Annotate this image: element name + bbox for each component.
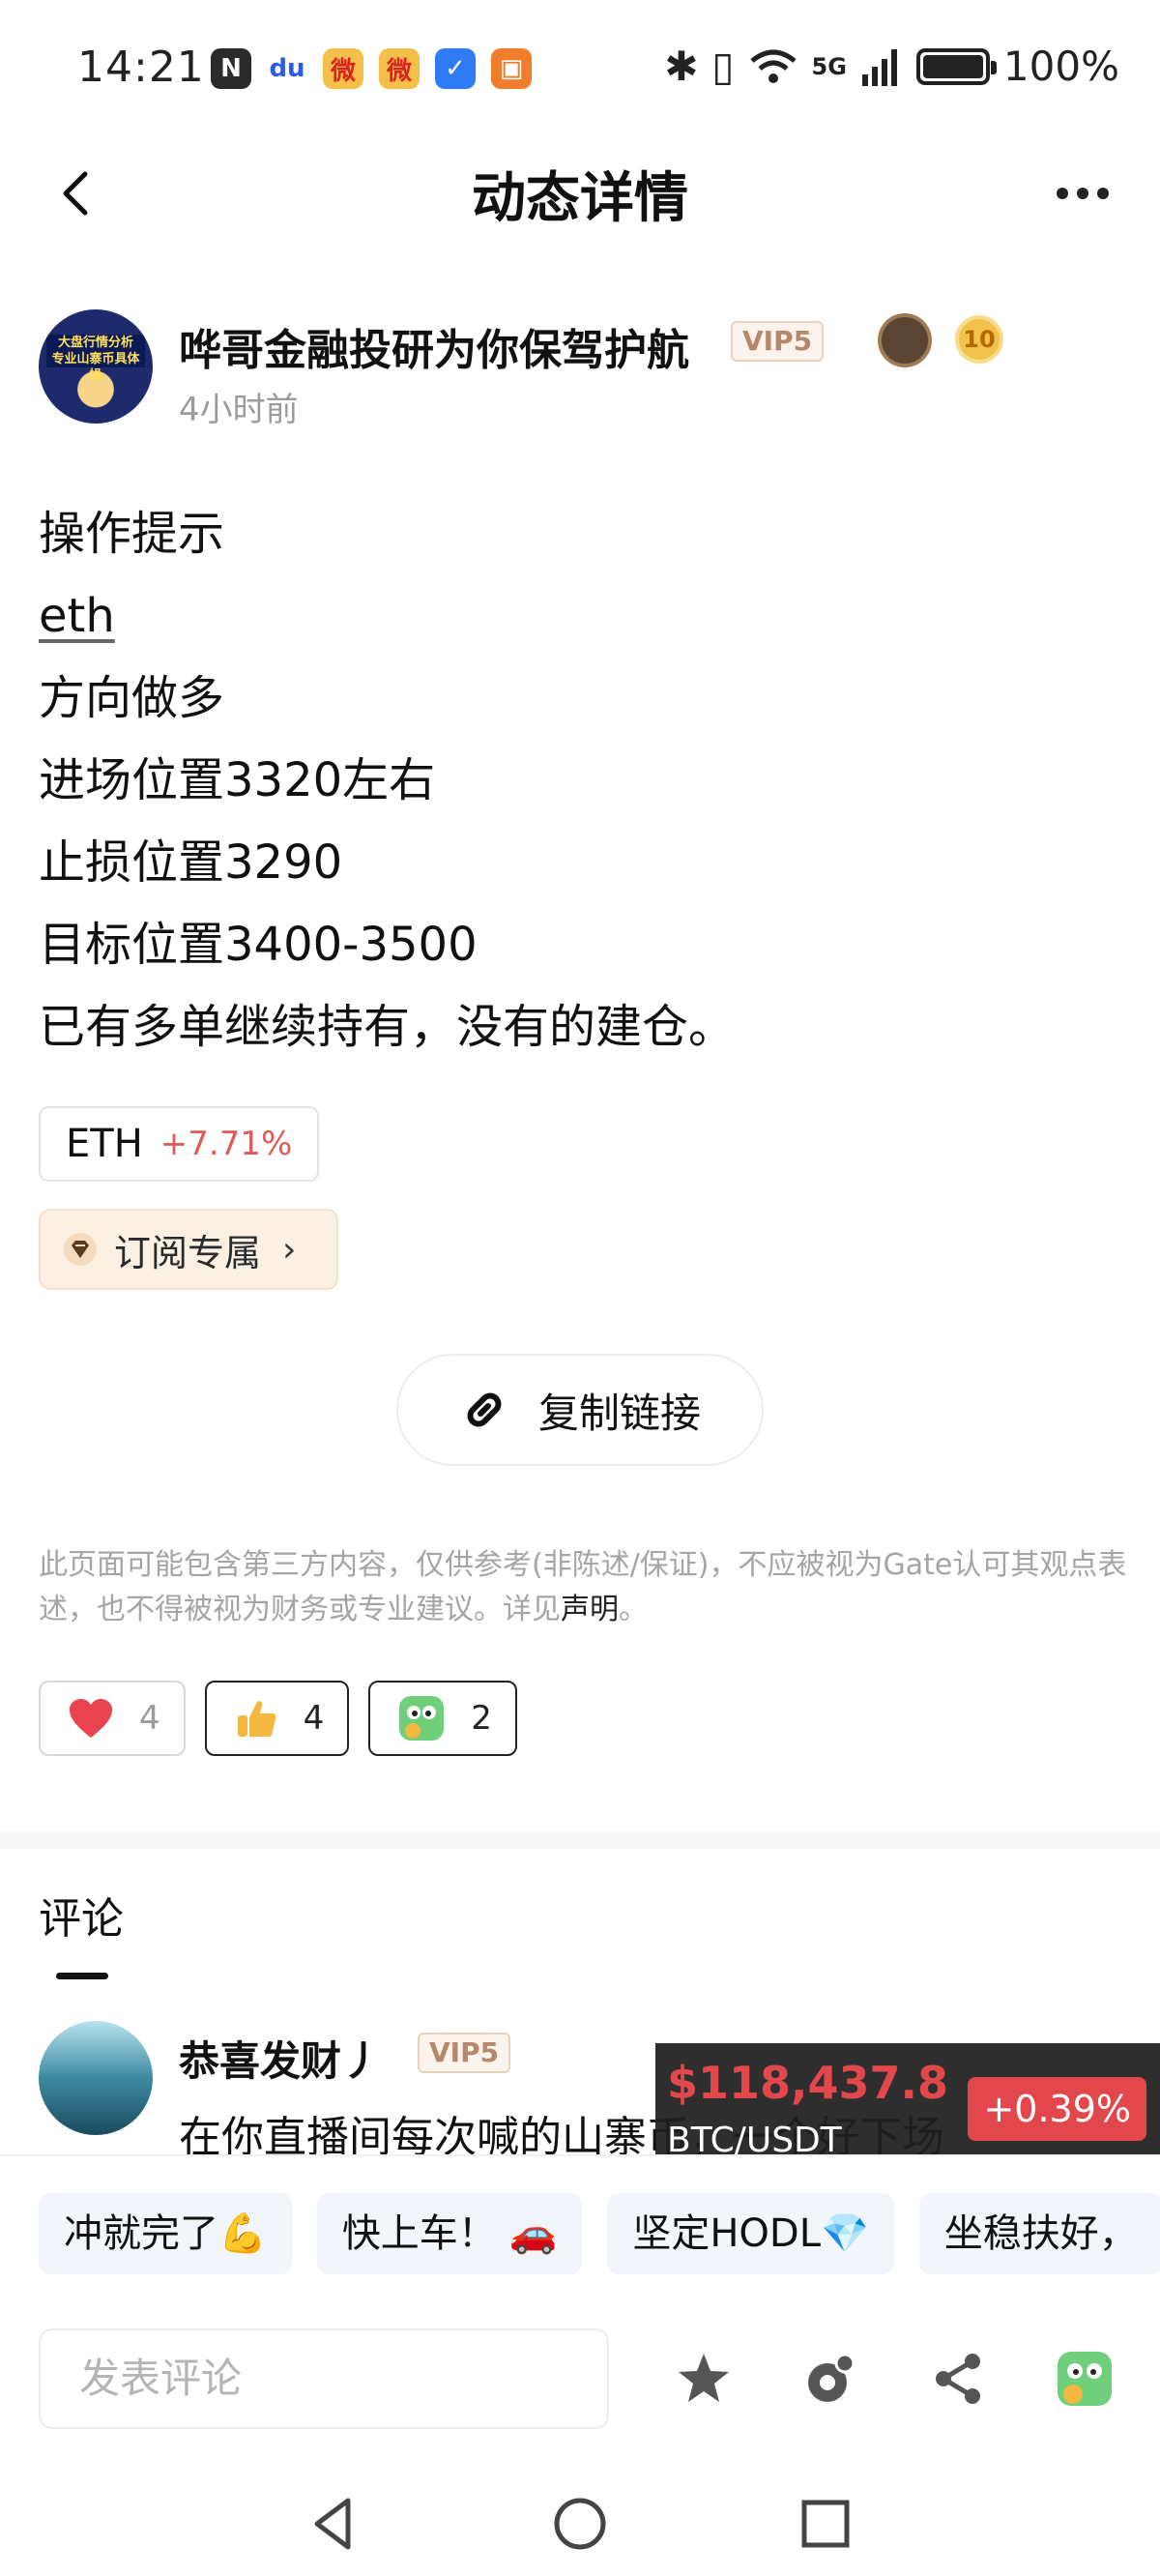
ticker-price: $118,437.8 <box>667 2057 949 2109</box>
subscribe-label: 订阅专属 <box>114 1231 262 1274</box>
post-time: 4小时前 <box>179 391 299 429</box>
system-nav-bar <box>0 2456 1160 2576</box>
emoji-reaction-icon[interactable] <box>1054 2348 1116 2410</box>
quick-reply-bar: 冲就完了💪 快上车！ 🚗 坚定HODL💎 坐稳扶好， <box>0 2154 1160 2299</box>
diamond-icon <box>64 1233 97 1266</box>
token-change: +7.71% <box>160 1125 293 1163</box>
quick-reply-chip[interactable]: 快上车！ 🚗 <box>316 2193 583 2274</box>
disclaimer: 此页面可能包含第三方内容，仅供参考(非陈述/保证)，不应被视为Gate认可其观点… <box>39 1543 1131 1632</box>
vip-badge: VIP5 <box>418 2033 511 2073</box>
nfc-icon: N <box>211 48 251 89</box>
comment-input[interactable]: 发表评论 <box>39 2328 609 2429</box>
signal-icon <box>861 48 897 86</box>
post-author: 大盘行情分析 专业山寨币具体操 哗哥金融投研为你保驾护航 VIP5 10 4小时… <box>39 309 1121 435</box>
status-bar: 14:21 N du 微 微 ✓ ▣ ✱ ▯ 5G 100% <box>0 0 1160 135</box>
post-line: 目标位置3400-3500 <box>39 918 478 972</box>
disclaimer-link[interactable]: 声明 <box>561 1593 619 1626</box>
network-type: 5G <box>811 52 847 80</box>
weibo-icon: 微 <box>379 48 420 89</box>
post-line: 已有多单继续持有，没有的建仓。 <box>39 1000 736 1054</box>
battery-icon <box>915 47 997 85</box>
ticker-change: +0.39% <box>968 2077 1146 2141</box>
avatar[interactable]: 大盘行情分析 专业山寨币具体操 <box>39 309 153 424</box>
chevron-right-icon: › <box>282 1229 297 1270</box>
reactions: 4 4 2 <box>39 1681 517 1756</box>
thumbs-up-icon <box>237 1701 276 1737</box>
wifi-icon <box>749 49 797 83</box>
more-options-icon[interactable] <box>1044 164 1121 222</box>
token-symbol: ETH <box>66 1122 143 1166</box>
token-chip[interactable]: ETH +7.71% <box>39 1106 320 1182</box>
link-icon <box>467 1392 502 1427</box>
post-line: 止损位置3290 <box>39 835 343 890</box>
copy-link-button[interactable]: 复制链接 <box>396 1354 764 1466</box>
thinking-face-icon <box>399 1696 445 1741</box>
baidu-icon: du <box>267 48 307 89</box>
status-time: 14:21 <box>77 43 205 92</box>
author-name[interactable]: 哗哥金融投研为你保驾护航 <box>179 315 689 377</box>
nav-back-icon[interactable] <box>305 2495 363 2553</box>
post-line: 操作提示 <box>39 507 225 561</box>
avatar[interactable] <box>39 2021 153 2135</box>
vibrate-icon: ▯ <box>711 43 735 90</box>
heart-icon <box>70 1699 112 1738</box>
notification-icons: N du 微 微 ✓ ▣ <box>211 48 532 89</box>
copy-link-label: 复制链接 <box>537 1389 701 1437</box>
reaction-heart[interactable]: 4 <box>39 1681 186 1756</box>
reaction-count: 2 <box>471 1699 492 1738</box>
disclaimer-end: 。 <box>619 1593 648 1626</box>
nav-recents-icon[interactable] <box>797 2495 855 2553</box>
reaction-thinking[interactable]: 2 <box>368 1681 517 1756</box>
post-line: 方向做多 <box>39 671 225 725</box>
avatar-caption: 大盘行情分析 专业山寨币具体操 <box>46 335 145 383</box>
tab-indicator <box>56 1973 108 1979</box>
subscribe-button[interactable]: 订阅专属 › <box>39 1209 338 1290</box>
quick-reply-chip[interactable]: 冲就完了💪 <box>39 2193 292 2274</box>
repost-icon[interactable] <box>800 2348 862 2410</box>
nav-home-icon[interactable] <box>551 2495 609 2553</box>
quick-reply-chip[interactable]: 坚定HODL💎 <box>607 2193 894 2274</box>
bottom-action-bar: 发表评论 <box>0 2299 1160 2444</box>
post-content: 操作提示 eth 方向做多 进场位置3320左右 止损位置3290 目标位置34… <box>39 493 1121 1068</box>
section-divider <box>0 1831 1160 1849</box>
reaction-count: 4 <box>139 1699 160 1738</box>
page-title: 动态详情 <box>472 167 688 230</box>
app-notification-icon: ✓ <box>435 48 476 89</box>
post-line: 进场位置3320左右 <box>39 753 436 807</box>
share-icon[interactable] <box>928 2348 990 2410</box>
post-line-hashtag[interactable]: eth <box>39 575 1121 658</box>
medal-icon <box>878 313 932 367</box>
battery-level: 100% <box>1002 43 1119 90</box>
commenter-name[interactable]: 恭喜发财丿 <box>179 2029 382 2088</box>
quick-reply-chip[interactable]: 坐稳扶好， <box>918 2193 1160 2274</box>
comments-tab[interactable]: 评论 <box>39 1884 124 1946</box>
vip-badge: VIP5 <box>731 321 825 362</box>
reaction-thumbs-up[interactable]: 4 <box>204 1681 350 1756</box>
app-notification-icon: ▣ <box>491 48 532 89</box>
system-status: ✱ ▯ 5G 100% <box>664 43 1119 90</box>
reaction-count: 4 <box>303 1699 325 1738</box>
star-icon[interactable] <box>673 2348 735 2410</box>
top-nav: 动态详情 <box>0 135 1160 242</box>
weibo-icon: 微 <box>323 48 363 89</box>
bluetooth-icon: ✱ <box>664 43 699 90</box>
level-badge: 10 <box>955 315 1003 364</box>
